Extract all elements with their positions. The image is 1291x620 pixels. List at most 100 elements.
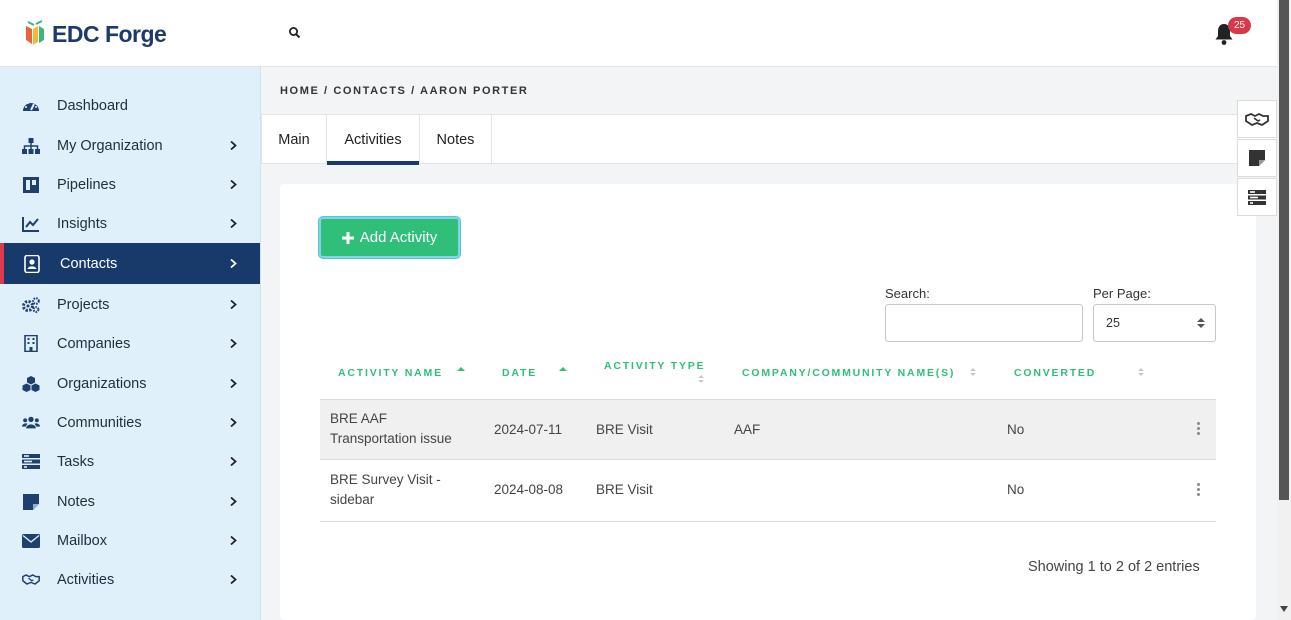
table-row[interactable]: BRE AAF Transportation issue 2024-07-11 …: [320, 399, 1216, 460]
sidebar-item-label: Pipelines: [57, 176, 116, 193]
tab-bar: Main Activities Notes: [261, 114, 1277, 165]
note-icon: [22, 493, 40, 511]
quick-note-button[interactable]: [1237, 139, 1277, 177]
activity-name-line: BRE AAF: [330, 411, 388, 426]
contact-card-icon: [23, 254, 41, 273]
note-icon: [1249, 150, 1265, 166]
sidebar-item-label: Dashboard: [57, 97, 128, 114]
org-chart-icon: [22, 137, 40, 155]
building-icon: [22, 335, 40, 353]
per-page-select[interactable]: 25: [1093, 304, 1216, 342]
sidebar-item-dashboard[interactable]: Dashboard: [0, 86, 260, 125]
search-input[interactable]: [885, 304, 1083, 342]
table-info: Showing 1 to 2 of 2 entries: [1028, 559, 1200, 575]
chevron-right-icon: [230, 497, 237, 506]
quick-task-button[interactable]: [1237, 178, 1277, 216]
page-scrollbar[interactable]: [1277, 0, 1291, 620]
sidebar-item-mailbox[interactable]: Mailbox: [0, 521, 260, 560]
sidebar-item-label: My Organization: [57, 137, 163, 154]
sidebar-item-notes[interactable]: Notes: [0, 482, 260, 521]
select-arrows-icon: [1197, 318, 1205, 328]
tab-label: Activities: [344, 131, 402, 148]
sidebar-item-contacts[interactable]: Contacts: [0, 243, 260, 284]
tab-main[interactable]: Main: [261, 115, 327, 164]
handshake-icon: [22, 571, 40, 589]
sidebar-item-my-organization[interactable]: My Organization: [0, 126, 260, 165]
row-actions-icon[interactable]: [1197, 483, 1201, 497]
activity-type-cell: BRE Visit: [596, 482, 653, 497]
sidebar-item-organizations[interactable]: Organizations: [0, 364, 260, 403]
chevron-right-icon: [230, 536, 237, 545]
tab-activities[interactable]: Activities: [327, 115, 420, 165]
chevron-right-icon: [230, 457, 237, 466]
search-icon[interactable]: [287, 25, 303, 41]
plus-icon: [341, 231, 354, 244]
sidebar-item-label: Notes: [57, 493, 95, 510]
sidebar-item-communities[interactable]: Communities: [0, 403, 260, 442]
scroll-down-arrow-icon[interactable]: [1280, 606, 1288, 612]
converted-cell: No: [1007, 422, 1025, 437]
tasks-icon: [1248, 189, 1266, 205]
sidebar-item-label: Communities: [57, 414, 142, 431]
tab-label: Main: [278, 131, 310, 148]
chart-line-icon: [22, 215, 40, 233]
pipeline-icon: [22, 176, 40, 194]
sidebar-item-insights[interactable]: Insights: [0, 204, 260, 243]
top-bar: EDC Forge 25: [0, 0, 1277, 67]
sort-asc-icon[interactable]: [457, 366, 465, 376]
tab-notes[interactable]: Notes: [420, 115, 492, 164]
quick-activity-button[interactable]: [1237, 100, 1277, 138]
sidebar-item-tasks[interactable]: Tasks: [0, 442, 260, 481]
sidebar-item-companies[interactable]: Companies: [0, 324, 260, 363]
sort-asc-icon[interactable]: [559, 366, 567, 376]
date-cell: 2024-08-08: [494, 482, 564, 497]
sidebar-item-label: Insights: [57, 215, 107, 232]
activity-name-cell[interactable]: BRE Survey Visit - sidebar: [330, 470, 441, 510]
chevron-right-icon: [230, 259, 237, 268]
per-page-label: Per Page:: [1093, 286, 1151, 301]
users-icon: [22, 414, 40, 432]
sort-both-icon[interactable]: [969, 367, 977, 377]
sidebar-item-projects[interactable]: Projects: [0, 285, 260, 324]
add-activity-button[interactable]: Add Activity: [319, 217, 460, 258]
logo-mark-icon: [26, 20, 44, 45]
sidebar-item-pipelines[interactable]: Pipelines: [0, 165, 260, 204]
envelope-icon: [22, 532, 40, 550]
column-header-activity-type[interactable]: ACTIVITY TYPE: [604, 360, 705, 372]
chevron-right-icon: [230, 379, 237, 388]
activity-name-line: sidebar: [330, 492, 375, 507]
column-header-activity-name[interactable]: ACTIVITY NAME: [338, 367, 443, 379]
chevron-right-icon: [230, 180, 237, 189]
sidebar-item-label: Activities: [57, 571, 115, 588]
brand-logo[interactable]: EDC Forge: [24, 20, 167, 48]
cubes-icon: [22, 375, 40, 393]
sort-both-icon[interactable]: [1137, 367, 1145, 377]
converted-cell: No: [1007, 482, 1025, 497]
activity-name-cell[interactable]: BRE AAF Transportation issue: [330, 409, 452, 449]
sidebar-item-label: Tasks: [57, 453, 95, 470]
column-header-date[interactable]: DATE: [502, 367, 537, 379]
tab-label: Notes: [436, 131, 475, 148]
dashboard-icon: [22, 97, 40, 115]
per-page-value: 25: [1106, 316, 1120, 330]
column-header-converted[interactable]: CONVERTED: [1014, 367, 1096, 379]
sidebar-item-label: Contacts: [60, 255, 118, 272]
chevron-right-icon: [230, 300, 237, 309]
search-label: Search:: [885, 286, 930, 301]
chevron-right-icon: [230, 339, 237, 348]
chevron-right-icon: [230, 219, 237, 228]
scrollbar-thumb[interactable]: [1279, 0, 1289, 500]
activity-name-line: Transportation issue: [330, 431, 452, 446]
company-cell: AAF: [734, 422, 761, 437]
column-header-company[interactable]: COMPANY/COMMUNITY NAME(S): [742, 367, 955, 379]
table-row[interactable]: BRE Survey Visit - sidebar 2024-08-08 BR…: [320, 461, 1216, 522]
row-actions-icon[interactable]: [1197, 422, 1201, 436]
sidebar-item-label: Organizations: [57, 375, 147, 392]
sidebar-item-label: Mailbox: [57, 532, 107, 549]
chevron-right-icon: [230, 575, 237, 584]
breadcrumb[interactable]: HOME / CONTACTS / AARON PORTER: [280, 85, 528, 97]
brand-name: EDC Forge: [52, 20, 167, 47]
sort-both-icon[interactable]: [697, 374, 705, 384]
sidebar-item-activities[interactable]: Activities: [0, 560, 260, 599]
chevron-right-icon: [230, 141, 237, 150]
